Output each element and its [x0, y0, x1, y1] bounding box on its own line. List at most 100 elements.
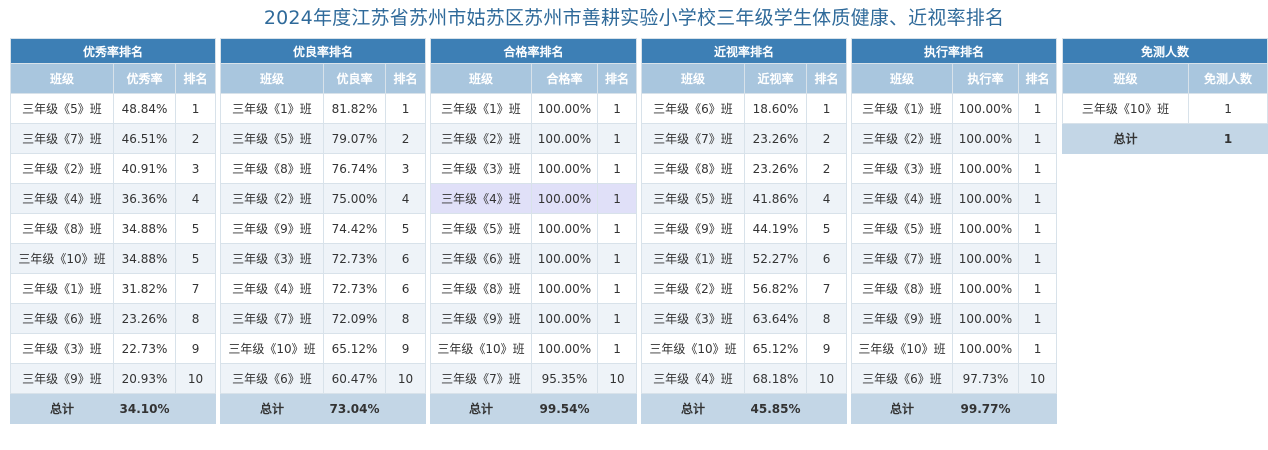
table-row: 三年级《10》班 1 — [1062, 93, 1268, 124]
table-cell: 100.00% — [531, 303, 598, 334]
table-cell: 100.00% — [531, 153, 598, 184]
table-cell: 三年级《10》班 — [1062, 93, 1189, 124]
column-header-class: 班级 — [430, 63, 532, 94]
table-cell: 36.36% — [113, 183, 176, 214]
table-cell: 65.12% — [323, 333, 386, 364]
table-cell: 三年级《2》班 — [851, 123, 953, 154]
table-cell: 1 — [596, 213, 638, 244]
table-cell: 三年级《3》班 — [430, 153, 532, 184]
total-row: 总计 99.77% — [851, 393, 1058, 424]
table-cell: 100.00% — [531, 183, 598, 214]
table-row: 三年级《8》班 100.00% 1 — [851, 273, 1058, 304]
table-cell: 20.93% — [113, 363, 176, 394]
total-cell: 总计 — [220, 393, 324, 424]
table-cell: 2 — [384, 123, 427, 154]
table-cell: 100.00% — [952, 333, 1019, 364]
table-cell: 1 — [1017, 333, 1058, 364]
table-cell: 8 — [805, 303, 848, 334]
table-row: 三年级《2》班 100.00% 1 — [851, 123, 1058, 154]
table-row: 三年级《9》班 100.00% 1 — [851, 303, 1058, 334]
total-cell: 34.10% — [113, 393, 176, 424]
table-cell: 23.26% — [744, 153, 807, 184]
table-row: 三年级《10》班 34.88% 5 — [10, 243, 217, 274]
table-row: 三年级《1》班 100.00% 1 — [430, 93, 638, 124]
column-header-rank: 排名 — [384, 63, 427, 94]
table-cell: 23.26% — [744, 123, 807, 154]
total-cell: 总计 — [430, 393, 532, 424]
total-cell: 总计 — [851, 393, 953, 424]
table-row: 三年级《1》班 81.82% 1 — [220, 93, 427, 124]
table-cell: 三年级《3》班 — [220, 243, 324, 274]
table-cell: 2 — [805, 123, 848, 154]
table-cell: 52.27% — [744, 243, 807, 274]
column-header-rate: 优秀率 — [113, 63, 176, 94]
table-cell: 三年级《7》班 — [430, 363, 532, 394]
table-cell: 4 — [805, 183, 848, 214]
table-cell: 三年级《4》班 — [220, 273, 324, 304]
table-cell: 2 — [805, 153, 848, 184]
table-cell: 三年级《4》班 — [641, 363, 745, 394]
table-cell: 三年级《2》班 — [220, 183, 324, 214]
table-cell: 三年级《5》班 — [641, 183, 745, 214]
table-row: 三年级《10》班 100.00% 1 — [430, 333, 638, 364]
table-cell: 1 — [805, 93, 848, 124]
table-row: 三年级《9》班 20.93% 10 — [10, 363, 217, 394]
table-title: 优良率排名 — [219, 38, 427, 64]
table-cell: 79.07% — [323, 123, 386, 154]
table-cell: 1 — [1017, 303, 1058, 334]
table-row: 三年级《10》班 65.12% 9 — [220, 333, 427, 364]
table-cell: 三年级《1》班 — [851, 93, 953, 124]
table-row: 三年级《1》班 100.00% 1 — [851, 93, 1058, 124]
table-cell: 三年级《2》班 — [641, 273, 745, 304]
table-cell: 1 — [596, 153, 638, 184]
column-header-rate: 优良率 — [323, 63, 386, 94]
table-cell: 三年级《10》班 — [220, 333, 324, 364]
table-cell: 1 — [596, 273, 638, 304]
table-cell: 97.73% — [952, 363, 1019, 394]
table-cell: 5 — [174, 243, 217, 274]
column-header-rate: 合格率 — [531, 63, 598, 94]
exempt-count-table: 免测人数 班级 免测人数 三年级《10》班 1 总计 1 — [1061, 38, 1268, 154]
column-header-rank: 排名 — [805, 63, 848, 94]
table-cell: 8 — [384, 303, 427, 334]
total-cell — [384, 393, 427, 424]
table-row: 三年级《1》班 31.82% 7 — [10, 273, 217, 304]
table-row: 三年级《7》班 95.35% 10 — [430, 363, 638, 394]
column-header-rank: 排名 — [1017, 63, 1058, 94]
table-cell: 1 — [1017, 123, 1058, 154]
table-cell: 100.00% — [952, 273, 1019, 304]
table-row: 三年级《10》班 100.00% 1 — [851, 333, 1058, 364]
column-header-class: 班级 — [10, 63, 114, 94]
table-cell: 三年级《4》班 — [10, 183, 114, 214]
table-row: 三年级《3》班 72.73% 6 — [220, 243, 427, 274]
table-cell: 3 — [174, 153, 217, 184]
table-row: 三年级《5》班 41.86% 4 — [641, 183, 848, 214]
total-cell — [805, 393, 848, 424]
table-cell: 95.35% — [531, 363, 598, 394]
table-row: 三年级《8》班 34.88% 5 — [10, 213, 217, 244]
table-cell: 5 — [805, 213, 848, 244]
table-cell: 6 — [805, 243, 848, 274]
total-cell: 73.04% — [323, 393, 386, 424]
table-cell: 100.00% — [952, 153, 1019, 184]
table-cell: 三年级《1》班 — [430, 93, 532, 124]
column-header-class: 班级 — [1062, 63, 1189, 94]
table-cell: 三年级《9》班 — [641, 213, 745, 244]
table-cell: 三年级《7》班 — [641, 123, 745, 154]
table-cell: 三年级《6》班 — [220, 363, 324, 394]
table-cell: 5 — [384, 213, 427, 244]
table-cell: 44.19% — [744, 213, 807, 244]
table-row: 三年级《3》班 63.64% 8 — [641, 303, 848, 334]
table-row: 三年级《5》班 79.07% 2 — [220, 123, 427, 154]
table-cell: 1 — [596, 303, 638, 334]
execution-rate-table: 执行率排名 班级 执行率 排名 三年级《1》班 100.00% 1 三年级《2》班 10… — [850, 38, 1058, 424]
table-row: 三年级《10》班 65.12% 9 — [641, 333, 848, 364]
total-row: 总计 73.04% — [220, 393, 427, 424]
column-header-class: 班级 — [220, 63, 324, 94]
table-cell: 56.82% — [744, 273, 807, 304]
table-cell: 三年级《9》班 — [10, 363, 114, 394]
table-cell: 100.00% — [531, 333, 598, 364]
table-cell: 34.88% — [113, 213, 176, 244]
table-cell: 三年级《8》班 — [641, 153, 745, 184]
table-cell: 1 — [1187, 93, 1268, 124]
